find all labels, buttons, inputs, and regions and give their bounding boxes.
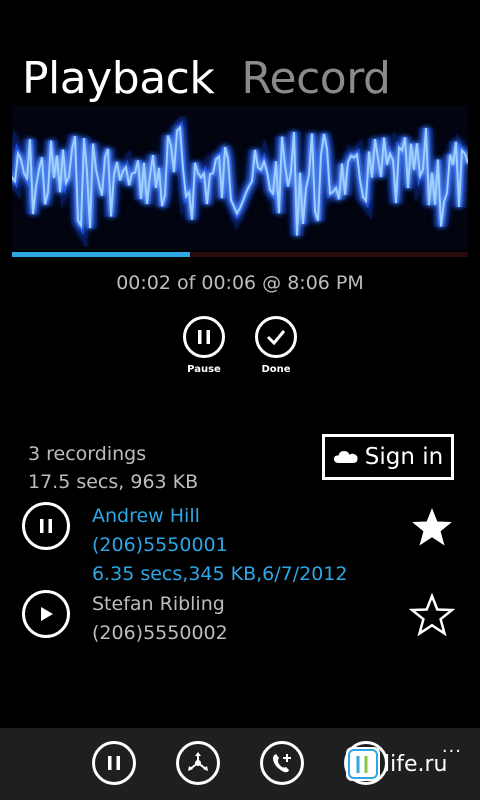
- recording-name: Andrew Hill: [92, 505, 200, 527]
- recording-info: Stefan Ribling (206)5550002: [92, 590, 228, 648]
- star-filled-icon[interactable]: [408, 504, 456, 552]
- appbar-share-button[interactable]: [176, 741, 220, 785]
- pause-icon: [198, 330, 210, 344]
- call-add-icon: [273, 754, 291, 773]
- done-control[interactable]: Done: [248, 316, 304, 375]
- play-icon: [41, 607, 53, 621]
- recordings-total: 17.5 secs, 963 KB: [28, 471, 199, 493]
- watermark-text: life.ru: [384, 751, 448, 777]
- sign-in-label: Sign in: [364, 444, 444, 470]
- recording-phone: (206)5550001: [92, 534, 228, 556]
- pivot-header: Playback Record: [22, 52, 391, 106]
- sign-in-button[interactable]: Sign in: [322, 434, 454, 480]
- share-icon: [188, 752, 208, 771]
- recordings-summary: 3 recordings 17.5 secs, 963 KB: [28, 440, 198, 496]
- pause-button[interactable]: [183, 316, 225, 358]
- watermark-logo: [346, 747, 380, 781]
- appbar-call-add-button[interactable]: [260, 741, 304, 785]
- playback-progress-fill: [12, 252, 190, 257]
- playback-time: 00:02 of 00:06 @ 8:06 PM: [116, 272, 364, 294]
- recording-pause-button[interactable]: [22, 502, 70, 550]
- playback-progress-bar[interactable]: [12, 252, 468, 257]
- check-icon: [266, 330, 286, 345]
- pause-control[interactable]: Pause: [176, 316, 232, 375]
- pivot-tab-record[interactable]: Record: [241, 53, 391, 104]
- recording-phone: (206)5550002: [92, 622, 228, 644]
- recording-play-button[interactable]: [22, 590, 70, 638]
- star-outline-icon[interactable]: [408, 592, 456, 640]
- recordings-count: 3 recordings: [28, 443, 147, 465]
- cloud-icon: [333, 451, 358, 463]
- pivot-tab-playback[interactable]: Playback: [22, 53, 215, 104]
- recording-name: Stefan Ribling: [92, 593, 225, 615]
- done-button[interactable]: [255, 316, 297, 358]
- watermark: life.ru: [346, 746, 448, 782]
- pause-icon: [40, 519, 52, 533]
- pause-icon: [108, 756, 120, 770]
- pause-label: Pause: [187, 364, 221, 375]
- done-label: Done: [261, 364, 291, 375]
- waveform: [12, 106, 468, 250]
- recording-info: Andrew Hill (206)5550001 6.35 secs,345 K…: [92, 502, 348, 589]
- appbar-pause-button[interactable]: [92, 741, 136, 785]
- recording-details: 6.35 secs,345 KB,6/7/2012: [92, 563, 348, 585]
